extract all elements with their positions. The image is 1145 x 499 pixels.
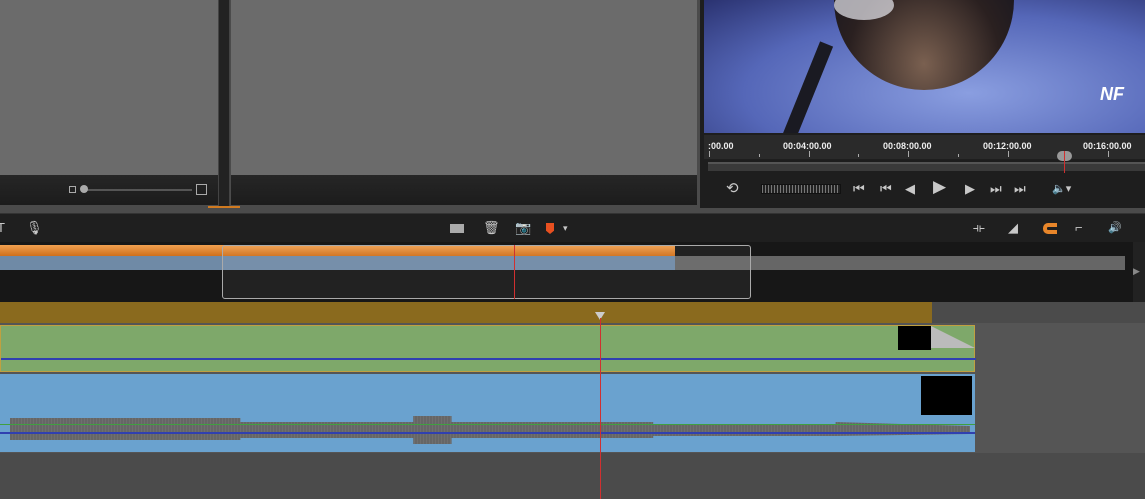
microphone-icon[interactable]: 🎙 bbox=[26, 220, 43, 236]
keyframe-icon[interactable]: ⌐ bbox=[1075, 220, 1083, 236]
audio-icon[interactable]: 🔊 bbox=[1108, 220, 1122, 236]
timeline-navigator[interactable]: ▶ bbox=[0, 242, 1145, 302]
audio-thumbnail bbox=[921, 376, 972, 415]
ruler-label: :00.00 bbox=[708, 141, 734, 151]
previous-frame-button[interactable]: ◀ bbox=[905, 181, 915, 197]
navigator-viewport[interactable] bbox=[222, 245, 751, 299]
volume-line bbox=[1, 358, 976, 360]
shuttle-jog[interactable] bbox=[761, 184, 841, 194]
next-clip-button[interactable]: ⏭ bbox=[990, 181, 1002, 197]
waveform bbox=[10, 416, 970, 444]
magnet-snap-icon[interactable] bbox=[1043, 223, 1057, 234]
zoom-slider-handle[interactable] bbox=[80, 185, 88, 193]
ruler-label: 00:12:00.00 bbox=[983, 141, 1032, 151]
next-frame-button[interactable]: ▶ bbox=[965, 181, 975, 197]
loop-icon[interactable]: ⟲ bbox=[726, 181, 739, 197]
editor-bottom-bar bbox=[231, 175, 697, 205]
navigator-scroll-right[interactable]: ▶ bbox=[1133, 242, 1145, 302]
library-panel bbox=[0, 0, 218, 175]
audio-volume-line bbox=[0, 432, 975, 434]
navigator-playhead bbox=[514, 245, 515, 299]
timeline-playhead[interactable] bbox=[600, 318, 601, 499]
ruler-label: 00:04:00.00 bbox=[783, 141, 832, 151]
timeline-toolbar: T 🎙 🗑 📷 ▾ ⟛ ◢ ⌐ 🔊 bbox=[0, 213, 1145, 242]
transition[interactable] bbox=[931, 326, 975, 348]
scrub-bar[interactable] bbox=[708, 162, 1145, 171]
clip-thumbnail bbox=[898, 326, 931, 350]
ruler-label: 00:16:00.00 bbox=[1083, 141, 1132, 151]
editor-panel bbox=[231, 0, 697, 175]
marker-dropdown-icon[interactable]: ▾ bbox=[563, 220, 568, 236]
panel-splitter[interactable] bbox=[218, 0, 230, 208]
splitter-handle[interactable] bbox=[208, 206, 240, 208]
zoom-slider[interactable] bbox=[82, 189, 192, 191]
trash-icon[interactable]: 🗑 bbox=[483, 220, 500, 236]
split-clip-icon[interactable] bbox=[450, 224, 464, 233]
ripple-icon[interactable]: ⟛ bbox=[973, 220, 985, 236]
go-to-start-button[interactable]: ⏮ bbox=[853, 181, 865, 197]
video-preview[interactable]: NF bbox=[704, 0, 1145, 133]
thumb-small-icon[interactable] bbox=[69, 186, 76, 193]
player-ruler[interactable]: :00.00 00:04:00.00 00:08:00.00 00:12:00.… bbox=[704, 135, 1145, 159]
transition-icon[interactable]: ◢ bbox=[1008, 220, 1018, 236]
watermark: NF bbox=[1100, 84, 1124, 104]
play-button[interactable]: ▶ bbox=[933, 178, 946, 195]
ruler-label: 00:08:00.00 bbox=[883, 141, 932, 151]
volume-icon[interactable]: 🔈▾ bbox=[1052, 181, 1071, 197]
timeline-ruler[interactable] bbox=[0, 302, 932, 323]
playhead-line bbox=[1064, 151, 1065, 173]
library-bottom-bar bbox=[0, 175, 218, 205]
go-to-end-button[interactable]: ⏭ bbox=[1014, 181, 1026, 197]
thumb-large-icon[interactable] bbox=[196, 184, 207, 195]
audio-clip[interactable] bbox=[0, 374, 975, 452]
previous-clip-button[interactable]: ⏮ bbox=[880, 181, 892, 197]
video-clip[interactable] bbox=[0, 325, 976, 372]
audio-level-line bbox=[0, 424, 975, 425]
title-icon[interactable]: T bbox=[0, 220, 5, 236]
player: NF :00.00 00:04:00.00 00:08:00.00 00:12:… bbox=[700, 0, 1145, 208]
marker-icon[interactable] bbox=[546, 223, 554, 234]
camera-icon[interactable]: 📷 bbox=[515, 220, 531, 236]
controls: ⟲ ⏮ ⏮ ◀ ▶ ▶ ⏭ ⏭ 🔈▾ bbox=[700, 175, 1145, 205]
